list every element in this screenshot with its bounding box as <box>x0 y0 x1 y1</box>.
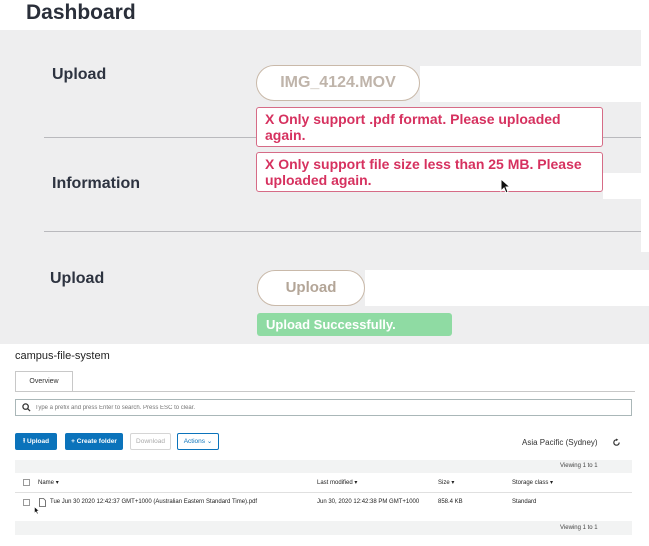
upload-label: Upload <box>52 66 107 83</box>
information-field-area <box>603 173 641 199</box>
file-icon <box>39 498 46 507</box>
column-size-label: Size <box>438 480 450 486</box>
upload-success-panel: Upload Upload Upload Successfully. <box>0 252 649 344</box>
column-storage-class-label: Storage class <box>512 480 549 486</box>
plus-icon: + <box>71 438 75 445</box>
information-label: Information <box>52 175 140 192</box>
column-storage-class[interactable]: Storage class ▾ <box>512 479 553 486</box>
tab-overview[interactable]: Overview <box>15 371 73 392</box>
error-format-message: X Only support .pdf format. Please uploa… <box>256 107 603 147</box>
mouse-cursor-icon <box>34 506 40 515</box>
viewing-count-top: Viewing 1 to 1 <box>560 463 598 469</box>
success-message: Upload Successfully. <box>257 313 452 336</box>
mouse-cursor-icon <box>500 178 512 194</box>
s3-console-panel: campus-file-system Overview ⭱ Upload + C… <box>0 344 649 546</box>
table-row[interactable]: Tue Jun 30 2020 12:42:37 GMT+1000 (Austr… <box>15 494 632 510</box>
upload-label: Upload <box>50 270 105 287</box>
page-title: Dashboard <box>26 1 136 24</box>
sort-caret-icon: ▾ <box>550 480 554 486</box>
sort-caret-icon: ▾ <box>451 480 455 486</box>
upload-icon: ⭱ <box>22 438 26 445</box>
table-divider <box>15 492 632 493</box>
chevron-down-icon: ⌄ <box>206 438 213 445</box>
upload-field-area <box>365 270 649 306</box>
column-size[interactable]: Size ▾ <box>438 479 454 486</box>
refresh-icon[interactable] <box>612 438 621 447</box>
region-label: Asia Pacific (Sydney) <box>522 438 598 447</box>
column-name-label: Name <box>38 480 55 486</box>
download-button[interactable]: Download <box>130 433 171 450</box>
tab-divider <box>15 391 635 392</box>
divider <box>44 231 641 232</box>
create-folder-button[interactable]: + Create folder <box>65 433 123 450</box>
upload-button-label: Upload <box>27 438 50 445</box>
actions-button[interactable]: Actions ⌄ <box>177 433 219 450</box>
select-all-checkbox[interactable] <box>23 479 30 486</box>
actions-label: Actions <box>183 438 206 445</box>
upload-error-panel: Dashboard Upload IMG_4124.MOV X Only sup… <box>0 0 649 252</box>
file-name-link[interactable]: Tue Jun 30 2020 12:42:37 GMT+1000 (Austr… <box>50 499 257 505</box>
pagination-bar-top: Viewing 1 to 1 <box>15 460 632 473</box>
upload-button[interactable]: Upload <box>257 270 365 306</box>
storage-class-cell: Standard <box>512 499 537 505</box>
sort-caret-icon: ▾ <box>55 480 59 486</box>
search-box <box>15 399 632 416</box>
edge-strip <box>641 0 649 252</box>
column-last-modified-label: Last modified <box>317 480 353 486</box>
sort-caret-icon: ▾ <box>354 480 358 486</box>
column-last-modified[interactable]: Last modified ▾ <box>317 479 357 486</box>
last-modified-cell: Jun 30, 2020 12:42:38 PM GMT+1000 <box>317 499 420 505</box>
error-size-message: X Only support file size less than 25 MB… <box>256 152 603 192</box>
column-name[interactable]: Name ▾ <box>38 479 59 486</box>
upload-button[interactable]: ⭱ Upload <box>15 433 57 450</box>
selected-file-chip[interactable]: IMG_4124.MOV <box>256 65 420 101</box>
search-icon <box>22 403 31 412</box>
bucket-name: campus-file-system <box>15 350 110 362</box>
pagination-bar-bottom: Viewing 1 to 1 <box>15 521 632 535</box>
upload-field-area <box>420 66 641 102</box>
search-input[interactable] <box>35 401 615 414</box>
table-header: Name ▾ Last modified ▾ Size ▾ Storage cl… <box>15 475 632 491</box>
create-folder-label: Create folder <box>76 438 117 445</box>
viewing-count-bottom: Viewing 1 to 1 <box>560 525 598 531</box>
row-checkbox[interactable] <box>23 499 30 506</box>
header-bar: Dashboard <box>0 0 649 30</box>
size-cell: 858.4 KB <box>438 499 463 505</box>
